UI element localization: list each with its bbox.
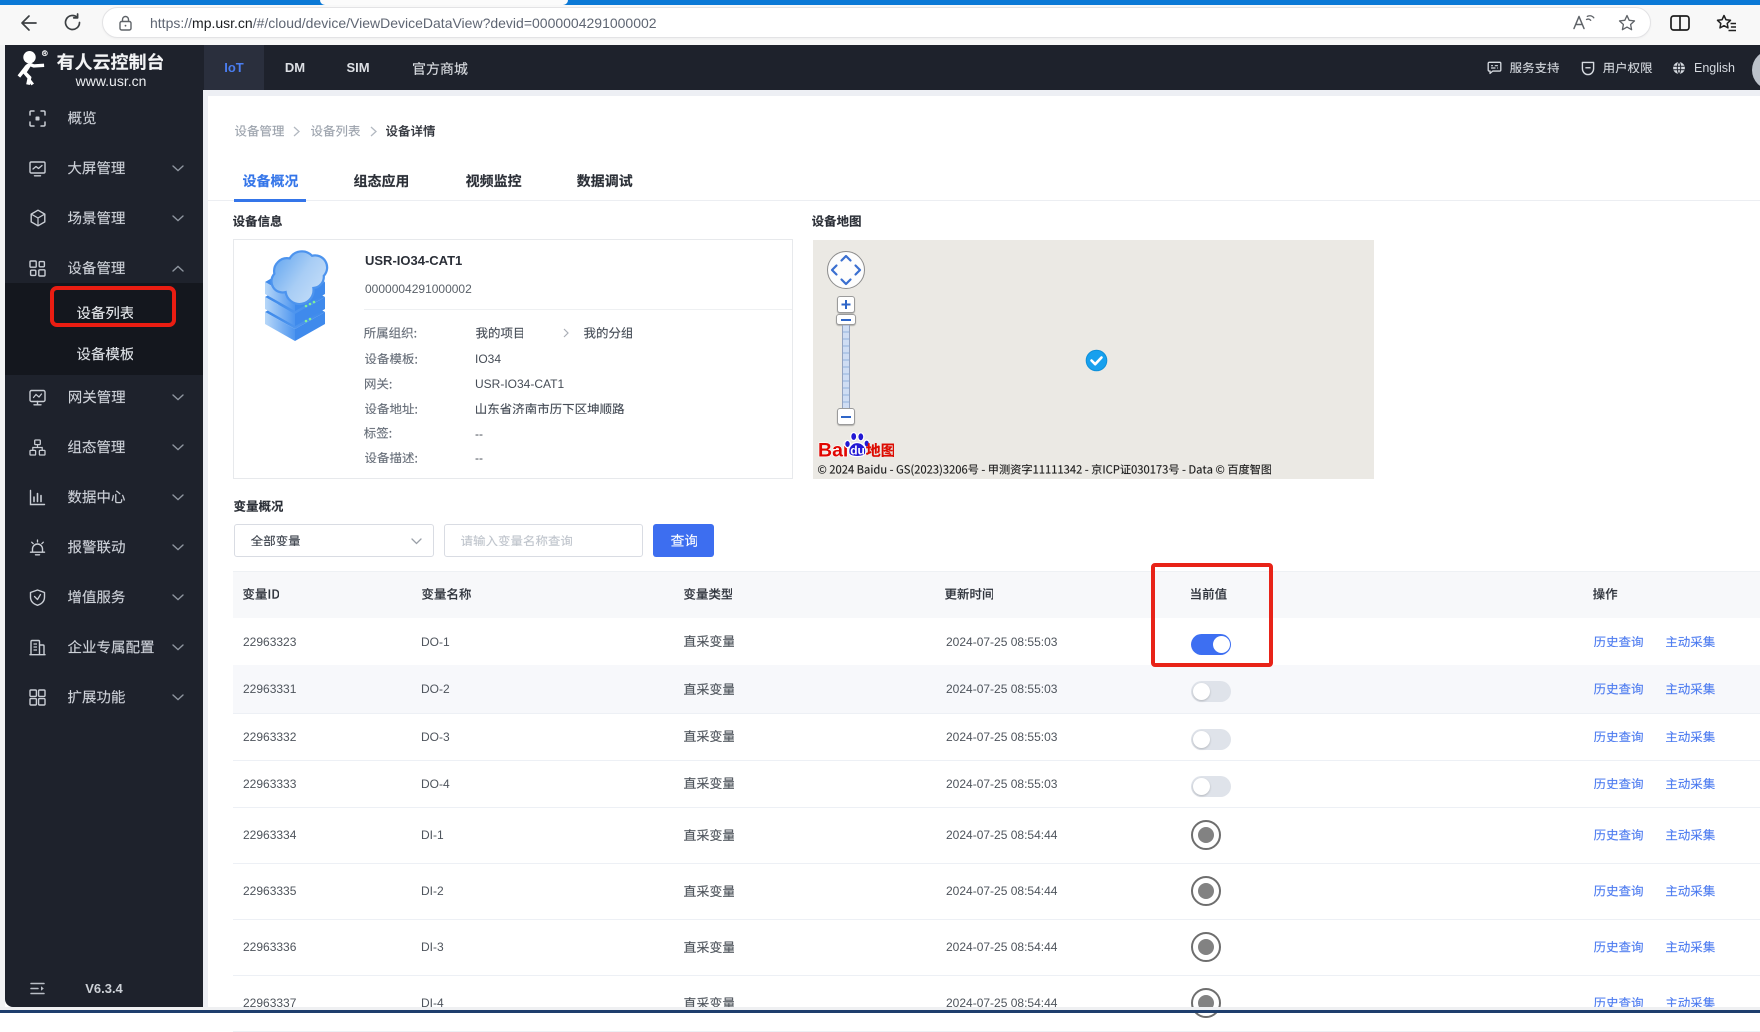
svg-text:Bai: Bai [818, 440, 848, 460]
svg-text:du: du [850, 444, 865, 458]
